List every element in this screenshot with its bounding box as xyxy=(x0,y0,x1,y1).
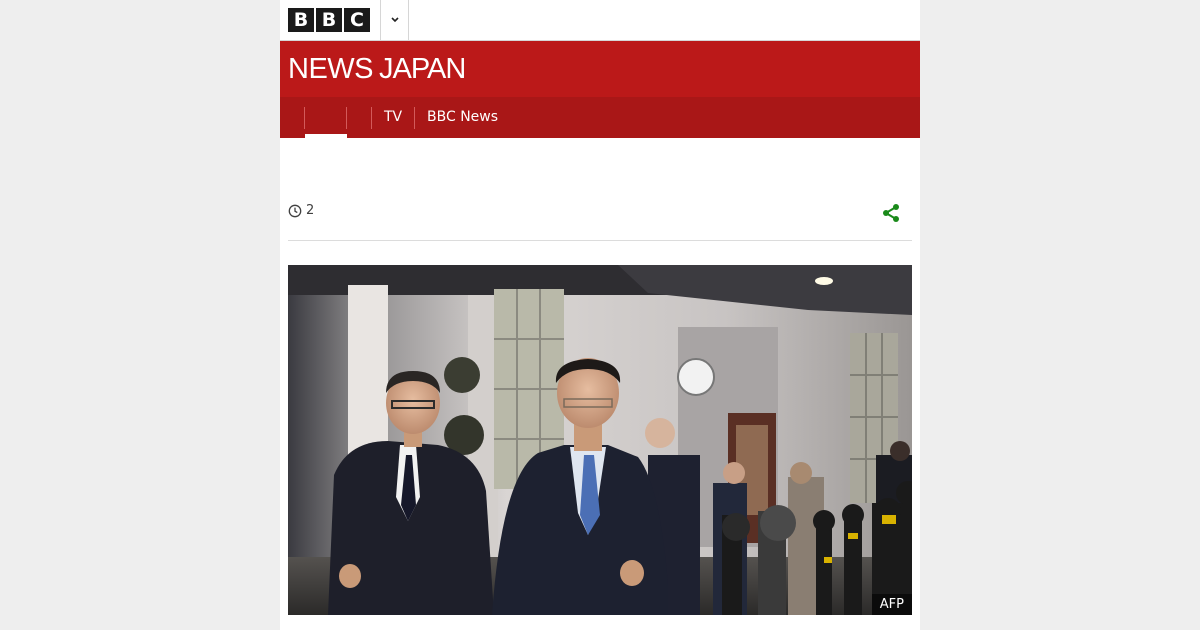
news-japan-brand[interactable]: NEWS JAPAN xyxy=(288,53,466,86)
bbc-logo-block-2: B xyxy=(316,8,342,32)
nav-divider xyxy=(414,107,415,129)
page: B B C NEWS JAPAN TV BBC News 2 AFP xyxy=(280,0,920,630)
more-menu-toggle[interactable] xyxy=(381,0,408,40)
bbc-logo-block-3: C xyxy=(344,8,370,32)
nav-divider xyxy=(371,107,372,129)
active-indicator xyxy=(305,134,347,138)
masthead-divider xyxy=(408,0,409,40)
nav-item-home[interactable] xyxy=(305,97,347,138)
hero-image: AFP xyxy=(288,265,912,615)
reading-time: 2 xyxy=(306,203,315,218)
news-banner: NEWS JAPAN xyxy=(280,41,920,97)
clock-icon xyxy=(288,204,302,217)
hero-photo xyxy=(288,265,912,615)
brand-news: NEWS xyxy=(288,53,374,85)
share-icon[interactable] xyxy=(881,203,901,223)
nav-divider xyxy=(346,107,347,129)
image-credit: AFP xyxy=(871,594,912,615)
nav-item-tv[interactable]: TV xyxy=(384,97,402,138)
section-rule xyxy=(288,240,912,241)
chevron-down-icon xyxy=(390,17,399,23)
masthead: B B C xyxy=(280,0,920,41)
section-nav: TV BBC News xyxy=(280,97,920,138)
bbc-logo[interactable]: B B C xyxy=(288,8,370,32)
article-meta: 2 xyxy=(288,203,314,218)
bbc-logo-block-1: B xyxy=(288,8,314,32)
nav-item-bbc-news[interactable]: BBC News xyxy=(427,97,498,138)
brand-region: JAPAN xyxy=(379,53,466,85)
